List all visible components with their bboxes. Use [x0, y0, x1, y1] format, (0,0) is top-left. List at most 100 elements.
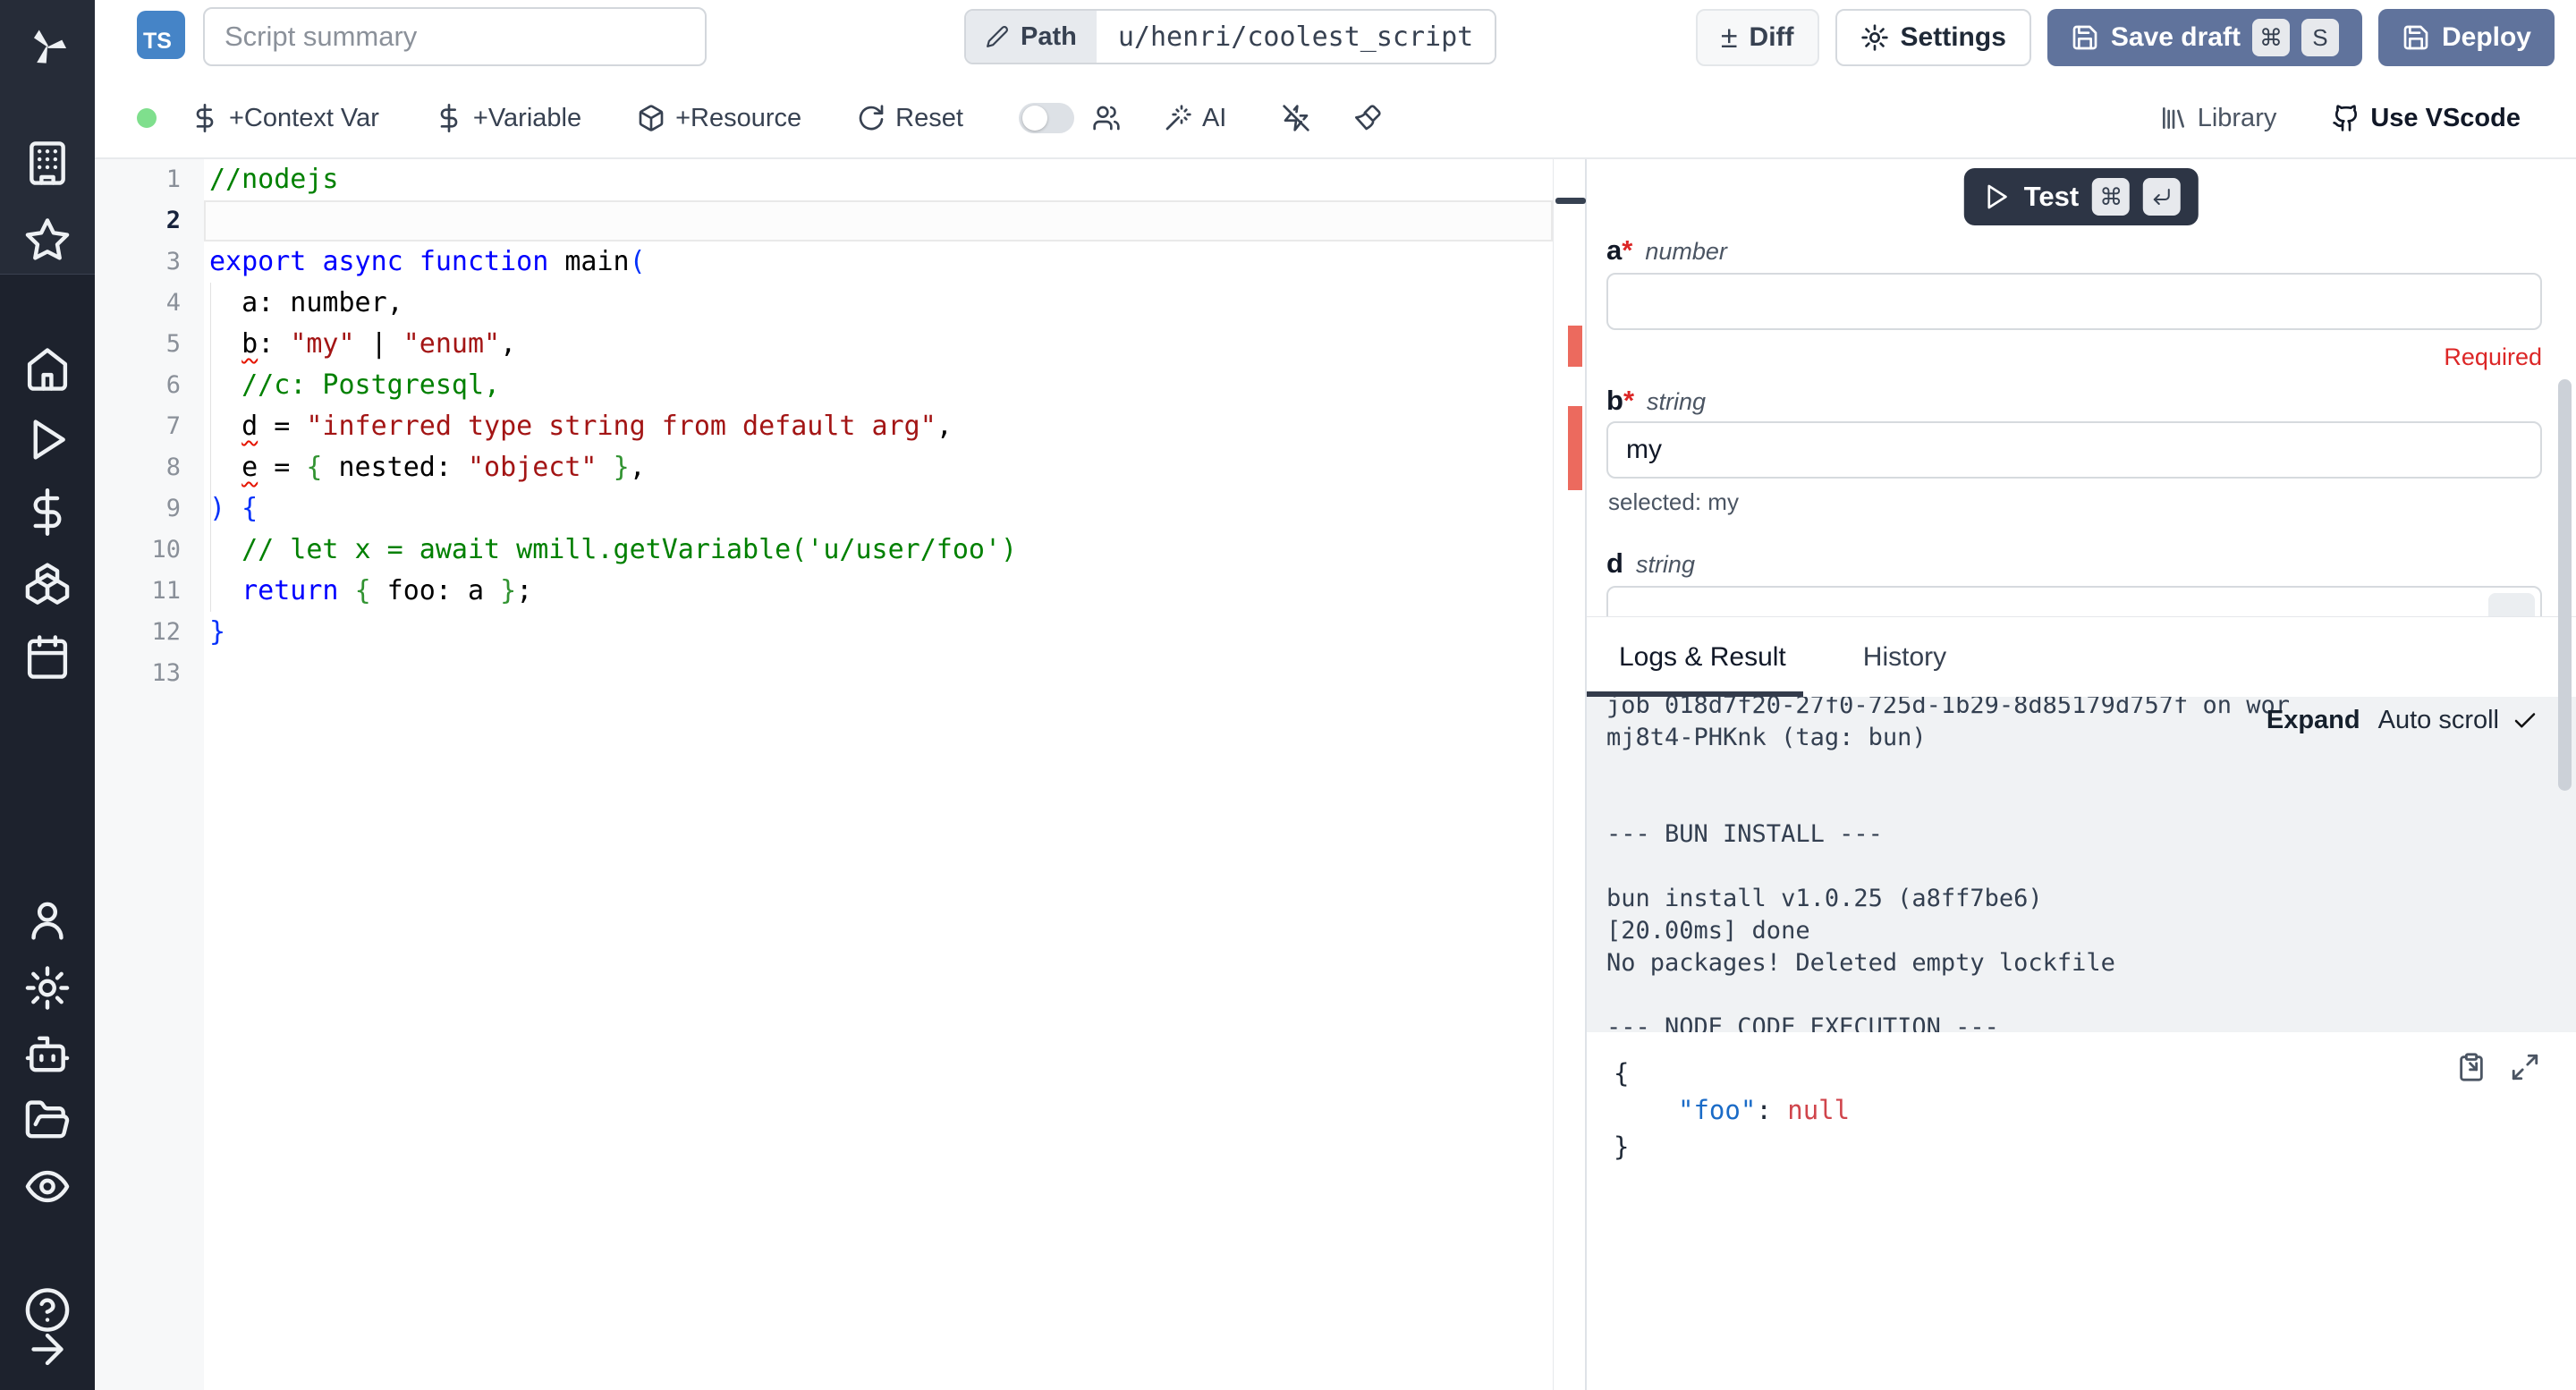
- sidebar-item-home[interactable]: [24, 345, 72, 393]
- windmill-logo-icon[interactable]: [24, 23, 72, 71]
- library-label: Library: [2198, 104, 2277, 133]
- deploy-button[interactable]: Deploy: [2378, 9, 2555, 66]
- code-line[interactable]: //c: Postgresql,: [204, 365, 1553, 406]
- line-number: 11: [95, 571, 204, 612]
- plus-minus-icon: ±: [1721, 21, 1738, 55]
- sidebar-item-gear[interactable]: [24, 964, 72, 1012]
- check-icon: [2512, 708, 2538, 734]
- path-prefix: Path: [966, 11, 1097, 63]
- code-line[interactable]: //nodejs: [204, 159, 1553, 200]
- library-button[interactable]: Library: [2159, 104, 2277, 133]
- format-code-button[interactable]: [1353, 104, 1382, 132]
- multiplayer-button[interactable]: [1092, 104, 1121, 132]
- use-vscode-button[interactable]: Use VScode: [2332, 104, 2521, 133]
- sidebar: [0, 0, 95, 1390]
- autoscroll-label: Auto scroll: [2378, 706, 2499, 735]
- diff-mode-toggle[interactable]: [1019, 103, 1074, 133]
- sidebar-item-bot[interactable]: [24, 1030, 72, 1078]
- users-icon: [1092, 104, 1121, 132]
- log-line: [20.00ms] done: [1606, 915, 2556, 947]
- context-var-label: +Context Var: [229, 104, 379, 133]
- s-key-badge: S: [2301, 19, 2339, 56]
- sidebar-item-dollar[interactable]: [24, 488, 72, 536]
- result-viewer: { "foo": null }: [1587, 1032, 2576, 1390]
- header-buttons: ± Diff Settings Save draft ⌘ S Deploy: [1696, 9, 2555, 66]
- sidebar-item-calendar[interactable]: [24, 633, 72, 681]
- expand-logs-button[interactable]: Expand: [2267, 706, 2360, 735]
- code-line[interactable]: }: [204, 612, 1553, 653]
- cmd-key-badge: ⌘: [2092, 178, 2130, 216]
- tab-history[interactable]: History: [1863, 642, 1946, 673]
- sidebar-item-play[interactable]: [24, 416, 72, 463]
- autoscroll-toggle[interactable]: Auto scroll: [2378, 706, 2538, 735]
- overview-ruler: [1553, 159, 1585, 1390]
- maximize-icon[interactable]: [2510, 1052, 2540, 1082]
- pane-resize-handle[interactable]: [1555, 198, 1586, 204]
- field-d-input[interactable]: [1606, 586, 2542, 616]
- field-d-wrap: [1606, 586, 2542, 616]
- field-b-label: b* string: [1606, 385, 1706, 417]
- run-panel: Test ⌘ a* number Required b* string: [1585, 159, 2576, 1390]
- disable-autocomplete-button[interactable]: [1282, 104, 1310, 132]
- script-summary-input[interactable]: [203, 7, 707, 66]
- field-d-options-button[interactable]: [2488, 593, 2535, 616]
- header: TS Path u/henri/coolest_script ± Diff Se…: [95, 0, 2576, 79]
- sidebar-item-eye[interactable]: [24, 1163, 72, 1210]
- save-icon: [2071, 23, 2099, 52]
- test-button[interactable]: Test ⌘: [1964, 168, 2199, 225]
- code-line[interactable]: return { foo: a };: [204, 571, 1553, 612]
- library-icon: [2159, 104, 2188, 132]
- sidebar-item-star[interactable]: [24, 216, 72, 264]
- code-line[interactable]: export async function main(: [204, 242, 1553, 283]
- code-area[interactable]: //nodejs export async function main( a: n…: [204, 159, 1553, 1390]
- settings-button[interactable]: Settings: [1835, 9, 2031, 66]
- code-line[interactable]: a: number,: [204, 283, 1553, 324]
- result-line: {: [1614, 1055, 2549, 1092]
- diff-button[interactable]: ± Diff: [1696, 9, 1819, 66]
- reset-button[interactable]: Reset: [857, 104, 963, 133]
- tab-logs-result[interactable]: Logs & Result: [1619, 642, 1786, 673]
- variable-label: +Variable: [473, 104, 581, 133]
- save-draft-button[interactable]: Save draft ⌘ S: [2047, 9, 2362, 66]
- log-line: bun install v1.0.25 (a8ff7be6): [1606, 883, 2556, 915]
- diff-label: Diff: [1750, 22, 1794, 53]
- code-line[interactable]: // let x = await wmill.getVariable('u/us…: [204, 530, 1553, 571]
- code-editor[interactable]: 12345678910111213 //nodejsexport async f…: [95, 159, 1585, 1390]
- code-line[interactable]: b: "my" | "enum",: [204, 324, 1553, 365]
- line-number: 3: [95, 242, 204, 283]
- code-line[interactable]: [204, 200, 1553, 242]
- field-b-input[interactable]: [1606, 421, 2542, 479]
- sidebar-item-building[interactable]: [24, 140, 72, 187]
- field-name: a: [1606, 234, 1622, 266]
- add-variable-button[interactable]: +Variable: [435, 104, 581, 133]
- logs-output[interactable]: job 018d7f20-27f0-725d-1b29-8d85179d757f…: [1587, 697, 2576, 1032]
- code-line[interactable]: [204, 653, 1553, 694]
- field-a-input[interactable]: [1606, 273, 2542, 330]
- code-line[interactable]: ) {: [204, 488, 1553, 530]
- add-context-var-button[interactable]: +Context Var: [191, 104, 379, 133]
- code-line[interactable]: d = "inferred type string from default a…: [204, 406, 1553, 447]
- arguments-form: Test ⌘ a* number Required b* string: [1587, 159, 2576, 616]
- clipboard-copy-icon[interactable]: [2456, 1052, 2487, 1082]
- ai-assistant-button[interactable]: AI: [1164, 104, 1226, 133]
- log-line: --- BUN INSTALL ---: [1606, 818, 2556, 851]
- path-field[interactable]: Path u/henri/coolest_script: [964, 9, 1496, 64]
- sidebar-item-boxes[interactable]: [24, 559, 72, 606]
- path-value[interactable]: u/henri/coolest_script: [1097, 11, 1495, 63]
- line-number: 1: [95, 159, 204, 200]
- sidebar-item-folder-open[interactable]: [24, 1097, 72, 1144]
- sidebar-item-arrow-right[interactable]: [24, 1326, 72, 1373]
- result-key: "foo": [1678, 1095, 1756, 1125]
- dollar-icon: [191, 104, 219, 132]
- corner-down-left-icon: [2151, 186, 2173, 208]
- code-line[interactable]: e = { nested: "object" },: [204, 447, 1553, 488]
- add-resource-button[interactable]: +Resource: [637, 104, 801, 133]
- ai-label: AI: [1202, 104, 1226, 133]
- log-line: [1606, 851, 2556, 883]
- rotate-cw-icon: [857, 104, 886, 132]
- field-a-label: a* number: [1606, 234, 1727, 267]
- scrollbar-thumb[interactable]: [2558, 379, 2572, 791]
- dollar-icon: [435, 104, 463, 132]
- sidebar-item-user[interactable]: [24, 896, 72, 944]
- typescript-language-badge: TS: [137, 11, 185, 59]
